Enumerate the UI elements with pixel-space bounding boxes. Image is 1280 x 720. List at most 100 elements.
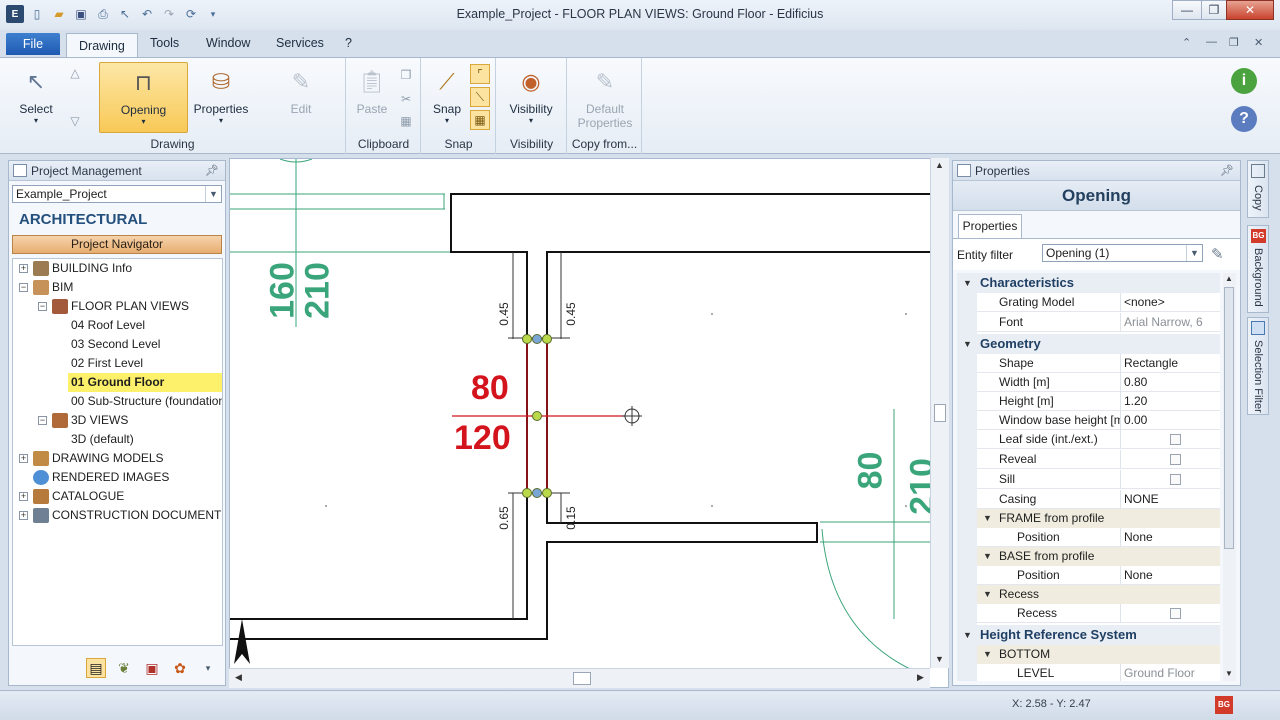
background-status-icon[interactable]: BG xyxy=(1215,696,1233,714)
subcategory-recess[interactable]: ▼ Recess xyxy=(977,585,1220,604)
pin-icon[interactable]: 📌︎ xyxy=(1220,161,1234,181)
tree-item-bim[interactable]: BIM xyxy=(52,278,73,297)
side-tab-background[interactable]: BG Background xyxy=(1247,225,1269,313)
opening-button[interactable]: ⊓ Opening ▾ xyxy=(99,62,188,133)
info-icon[interactable]: i xyxy=(1231,68,1257,94)
documents-view-icon[interactable]: ▣ xyxy=(142,658,162,678)
prop-window-base-height[interactable]: Window base height [m] 0.00 xyxy=(977,411,1220,430)
prop-casing[interactable]: Casing NONE xyxy=(977,490,1220,509)
side-tab-selection-filter[interactable]: Selection Filter xyxy=(1247,317,1269,415)
scroll-thumb[interactable] xyxy=(573,672,591,685)
filter-edit-icon[interactable]: ✎ xyxy=(1211,245,1224,263)
doc-close-icon[interactable]: ✕ xyxy=(1254,36,1263,49)
tree-item-ground-floor[interactable]: 01 Ground Floor xyxy=(68,373,222,392)
expand-icon[interactable]: + xyxy=(19,264,28,273)
prop-base-position[interactable]: Position None xyxy=(977,566,1220,585)
prop-recess[interactable]: Recess xyxy=(977,604,1220,623)
settings-view-icon[interactable]: ✿ xyxy=(170,658,190,678)
prop-sill[interactable]: Sill xyxy=(977,470,1220,489)
pin-icon[interactable]: 📌︎ xyxy=(205,161,219,181)
collapse-icon[interactable]: − xyxy=(38,302,47,311)
subcategory-bottom[interactable]: ▼ BOTTOM xyxy=(977,645,1220,664)
tree-item-first-level[interactable]: 02 First Level xyxy=(71,354,143,373)
snap-endpoint-icon[interactable]: ⌜ xyxy=(470,64,490,84)
select-button[interactable]: ↖ Select ▾ xyxy=(6,62,66,132)
tab-window[interactable]: Window xyxy=(206,36,250,50)
default-properties-button[interactable]: ✎ Default Properties xyxy=(572,62,638,132)
side-tab-copy[interactable]: Copy xyxy=(1247,160,1269,218)
tree-item-building-info[interactable]: BUILDING Info xyxy=(52,259,132,278)
scroll-left-icon[interactable]: ◀ xyxy=(235,672,242,683)
prop-height[interactable]: Height [m] 1.20 xyxy=(977,392,1220,411)
down-triangle-icon[interactable]: ▽ xyxy=(66,112,84,130)
snap-grid-icon[interactable]: ▦ xyxy=(470,110,490,130)
tab-properties[interactable]: Properties xyxy=(958,214,1022,238)
close-button[interactable]: ✕ xyxy=(1226,0,1274,20)
objects-view-icon[interactable]: ❦ xyxy=(114,658,134,678)
up-triangle-icon[interactable]: △ xyxy=(66,64,84,82)
scroll-right-icon[interactable]: ▶ xyxy=(917,672,924,683)
ribbon-collapse-icon[interactable]: ⌃ xyxy=(1182,36,1191,49)
doc-restore-icon[interactable]: ❐ xyxy=(1229,36,1239,49)
scroll-up-icon[interactable]: ▲ xyxy=(1225,274,1233,283)
help-icon[interactable]: ? xyxy=(1231,106,1257,132)
project-combo[interactable]: Example_Project ▼ xyxy=(12,185,222,203)
file-tab[interactable]: File xyxy=(6,33,60,55)
more-options-icon[interactable]: ▾ xyxy=(198,658,218,678)
prop-grating-model[interactable]: Grating Model <none> xyxy=(977,293,1220,312)
canvas-horizontal-scrollbar[interactable]: ◀ ▶ xyxy=(229,668,930,688)
tree-item-second-level[interactable]: 03 Second Level xyxy=(71,335,160,354)
tree-item-construction-documents[interactable]: CONSTRUCTION DOCUMENTS SET xyxy=(52,506,222,525)
restore-button[interactable]: ❐ xyxy=(1201,0,1227,20)
tree-item-floor-plan-views[interactable]: FLOOR PLAN VIEWS xyxy=(71,297,189,316)
tree-item-3d-views[interactable]: 3D VIEWS xyxy=(71,411,128,430)
reveal-checkbox[interactable] xyxy=(1170,454,1181,465)
category-height-reference[interactable]: ▼ Height Reference System xyxy=(957,625,1220,645)
scroll-down-icon[interactable]: ▼ xyxy=(1225,669,1233,678)
expand-icon[interactable]: + xyxy=(19,511,28,520)
scroll-down-icon[interactable]: ▼ xyxy=(935,654,944,664)
prop-level[interactable]: LEVEL Ground Floor xyxy=(977,664,1220,681)
prop-width[interactable]: Width [m] 0.80 xyxy=(977,373,1220,392)
expand-icon[interactable]: + xyxy=(19,454,28,463)
doc-minimize-icon[interactable]: — xyxy=(1206,36,1217,48)
collapse-icon[interactable]: − xyxy=(38,416,47,425)
prop-font[interactable]: Font Arial Narrow, 6 xyxy=(977,313,1220,332)
prop-reveal[interactable]: Reveal xyxy=(977,450,1220,469)
tab-drawing[interactable]: Drawing xyxy=(66,33,138,57)
tree-item-sub-structure[interactable]: 00 Sub-Structure (foundations) xyxy=(71,392,222,411)
subcategory-base[interactable]: ▼ BASE from profile xyxy=(977,547,1220,566)
prop-leaf-side[interactable]: Leaf side (int./ext.) xyxy=(977,430,1220,449)
minimize-button[interactable]: — xyxy=(1172,0,1202,20)
expand-icon[interactable]: + xyxy=(19,492,28,501)
entity-filter-combo[interactable]: Opening (1) ▼ xyxy=(1042,244,1203,262)
properties-button[interactable]: ⛁ Properties ▾ xyxy=(191,62,251,132)
tree-item-roof-level[interactable]: 04 Roof Level xyxy=(71,316,145,335)
drawing-canvas[interactable]: 160 210 0.45 0.45 80 120 0.65 0.15 80 21… xyxy=(229,158,949,688)
scroll-up-icon[interactable]: ▲ xyxy=(935,160,944,170)
subcategory-frame[interactable]: ▼ FRAME from profile xyxy=(977,509,1220,528)
tree-item-3d-default[interactable]: 3D (default) xyxy=(71,430,134,449)
prop-frame-position[interactable]: Position None xyxy=(977,528,1220,547)
cut-icon[interactable]: ✂ xyxy=(397,90,415,108)
canvas-vertical-scrollbar[interactable]: ▲ ▼ xyxy=(930,158,949,668)
tab-help[interactable]: ? xyxy=(345,36,352,50)
leaf-side-checkbox[interactable] xyxy=(1170,434,1181,445)
snap-line-icon[interactable]: ⟍ xyxy=(470,87,490,107)
scroll-thumb[interactable] xyxy=(934,404,946,422)
visibility-button[interactable]: ◉ Visibility ▾ xyxy=(501,62,561,132)
project-navigator-button[interactable]: Project Navigator xyxy=(12,235,222,254)
copy-icon[interactable]: ❐ xyxy=(397,66,415,84)
edit-button[interactable]: ✎ Edit xyxy=(271,62,331,132)
tab-services[interactable]: Services xyxy=(276,36,324,50)
collapse-icon[interactable]: − xyxy=(19,283,28,292)
tab-tools[interactable]: Tools xyxy=(150,36,179,50)
category-characteristics[interactable]: ▼ Characteristics xyxy=(957,273,1220,293)
category-geometry[interactable]: ▼ Geometry xyxy=(957,334,1220,354)
prop-shape[interactable]: Shape Rectangle xyxy=(977,354,1220,373)
scroll-thumb[interactable] xyxy=(1224,287,1234,549)
snap-button[interactable]: ⟋ Snap ▾ xyxy=(422,62,472,132)
properties-scrollbar[interactable]: ▲ ▼ xyxy=(1223,273,1236,681)
navigator-view-icon[interactable]: ▤ xyxy=(86,658,106,678)
tree-item-drawing-models[interactable]: DRAWING MODELS xyxy=(52,449,164,468)
